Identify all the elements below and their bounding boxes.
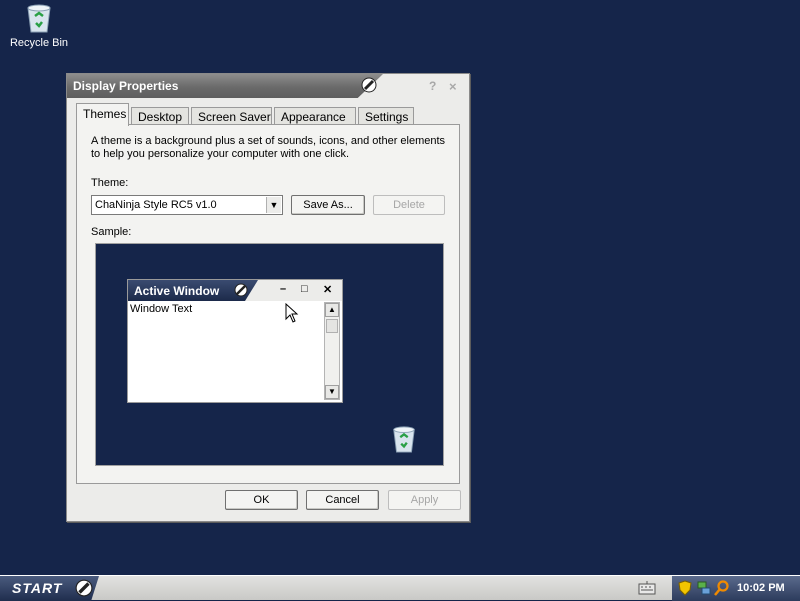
window-title: Display Properties [73,79,179,93]
search-icon[interactable] [714,580,730,596]
help-button[interactable]: ? [429,79,436,93]
start-button[interactable]: START [0,576,99,601]
tab-appearance[interactable]: Appearance [274,107,356,125]
chevron-down-icon[interactable]: ▼ [266,197,281,213]
desktop-icon-label: Recycle Bin [9,37,69,49]
ninja-logo-icon [75,579,93,597]
cancel-button[interactable]: Cancel [306,490,379,510]
theme-label: Theme: [91,177,129,189]
recycle-bin-icon [27,4,51,33]
scroll-thumb [326,319,338,333]
recycle-bin-icon [393,426,415,453]
theme-select-value: ChaNinja Style RC5 v1.0 [95,199,217,211]
taskbar: START 10:02 PM [0,575,800,601]
sample-active-window: Active Window – □ ✕ Window Text ▲ ▼ [127,279,343,403]
scroll-down-icon: ▼ [325,385,339,399]
ninja-logo-icon [234,283,248,297]
delete-button[interactable]: Delete [373,195,445,215]
tab-themes[interactable]: Themes [76,103,129,126]
close-icon: ✕ [323,284,333,296]
keyboard-icon[interactable] [638,580,656,596]
sample-preview: Active Window – □ ✕ Window Text ▲ ▼ [95,243,444,466]
network-icon[interactable] [696,580,712,596]
desktop-icon-recycle-bin[interactable]: Recycle Bin [8,2,70,49]
theme-select[interactable]: ChaNinja Style RC5 v1.0 ▼ [91,195,283,215]
mouse-cursor-icon [285,303,299,323]
scroll-up-icon: ▲ [325,303,339,317]
tab-screen-saver[interactable]: Screen Saver [191,107,272,125]
sample-title-bar: Active Window – □ ✕ [128,280,342,301]
save-as-button[interactable]: Save As... [291,195,365,215]
sample-label: Sample: [91,226,132,238]
close-button[interactable]: × [449,79,457,94]
maximize-icon: □ [301,283,308,295]
theme-description: A theme is a background plus a set of so… [91,135,446,160]
sample-window-title: Active Window [134,284,220,298]
sample-scrollbar: ▲ ▼ [324,302,340,400]
security-shield-icon[interactable] [678,580,692,596]
tab-settings[interactable]: Settings [358,107,414,125]
ok-button[interactable]: OK [225,490,298,510]
ninja-logo-icon [361,77,377,93]
clock[interactable]: 10:02 PM [737,582,785,594]
minimize-icon: – [280,283,287,295]
system-tray: 10:02 PM [672,576,800,601]
start-label: START [12,580,63,596]
sample-window-text: Window Text [130,303,193,315]
apply-button[interactable]: Apply [388,490,461,510]
themes-panel: A theme is a background plus a set of so… [76,124,460,484]
title-bar[interactable]: Display Properties ? × [67,74,469,98]
display-properties-window: Display Properties ? × Themes Desktop Sc… [66,73,470,522]
tab-desktop[interactable]: Desktop [131,107,189,125]
